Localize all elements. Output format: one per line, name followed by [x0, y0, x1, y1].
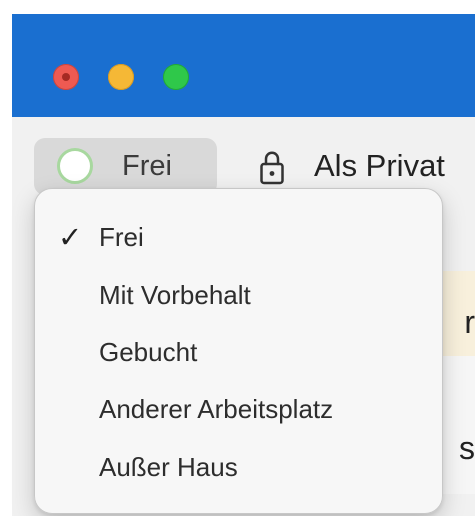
- close-window-icon: [62, 73, 70, 81]
- menu-item-frei[interactable]: ✓ Frei: [35, 211, 442, 263]
- background-text-fragment-top: r: [464, 304, 475, 340]
- menu-item-label: Außer Haus: [99, 452, 238, 482]
- lock-icon[interactable]: [258, 149, 286, 188]
- menu-item-ausser-haus[interactable]: Außer Haus: [35, 441, 442, 493]
- menu-item-mit-vorbehalt[interactable]: Mit Vorbehalt: [35, 269, 442, 321]
- checkmark-icon: ✓: [58, 220, 83, 254]
- calendar-window-crop: r s Frei Als Privat ✓ Frei Mit Vorbehalt…: [0, 0, 475, 516]
- window-titlebar: [12, 14, 475, 117]
- free-status-icon: [57, 148, 93, 184]
- menu-item-label: Frei: [99, 222, 144, 252]
- availability-status-label: Frei: [122, 150, 172, 182]
- left-background-gutter: [0, 0, 12, 516]
- zoom-window-button[interactable]: [163, 64, 189, 90]
- menu-item-label: Mit Vorbehalt: [99, 280, 251, 310]
- private-toggle-label[interactable]: Als Privat: [314, 148, 445, 184]
- availability-dropdown-menu: ✓ Frei Mit Vorbehalt Gebucht Anderer Arb…: [34, 188, 443, 514]
- minimize-window-button[interactable]: [108, 64, 134, 90]
- menu-item-gebucht[interactable]: Gebucht: [35, 326, 442, 378]
- menu-item-label: Anderer Arbeitsplatz: [99, 394, 334, 424]
- background-text-fragment-bottom: s: [459, 430, 475, 466]
- menu-item-anderer-arbeitsplatz[interactable]: Anderer Arbeitsplatz: [35, 383, 442, 435]
- availability-status-button[interactable]: Frei: [34, 138, 217, 195]
- menu-item-label: Gebucht: [99, 337, 198, 367]
- close-window-button[interactable]: [53, 64, 79, 90]
